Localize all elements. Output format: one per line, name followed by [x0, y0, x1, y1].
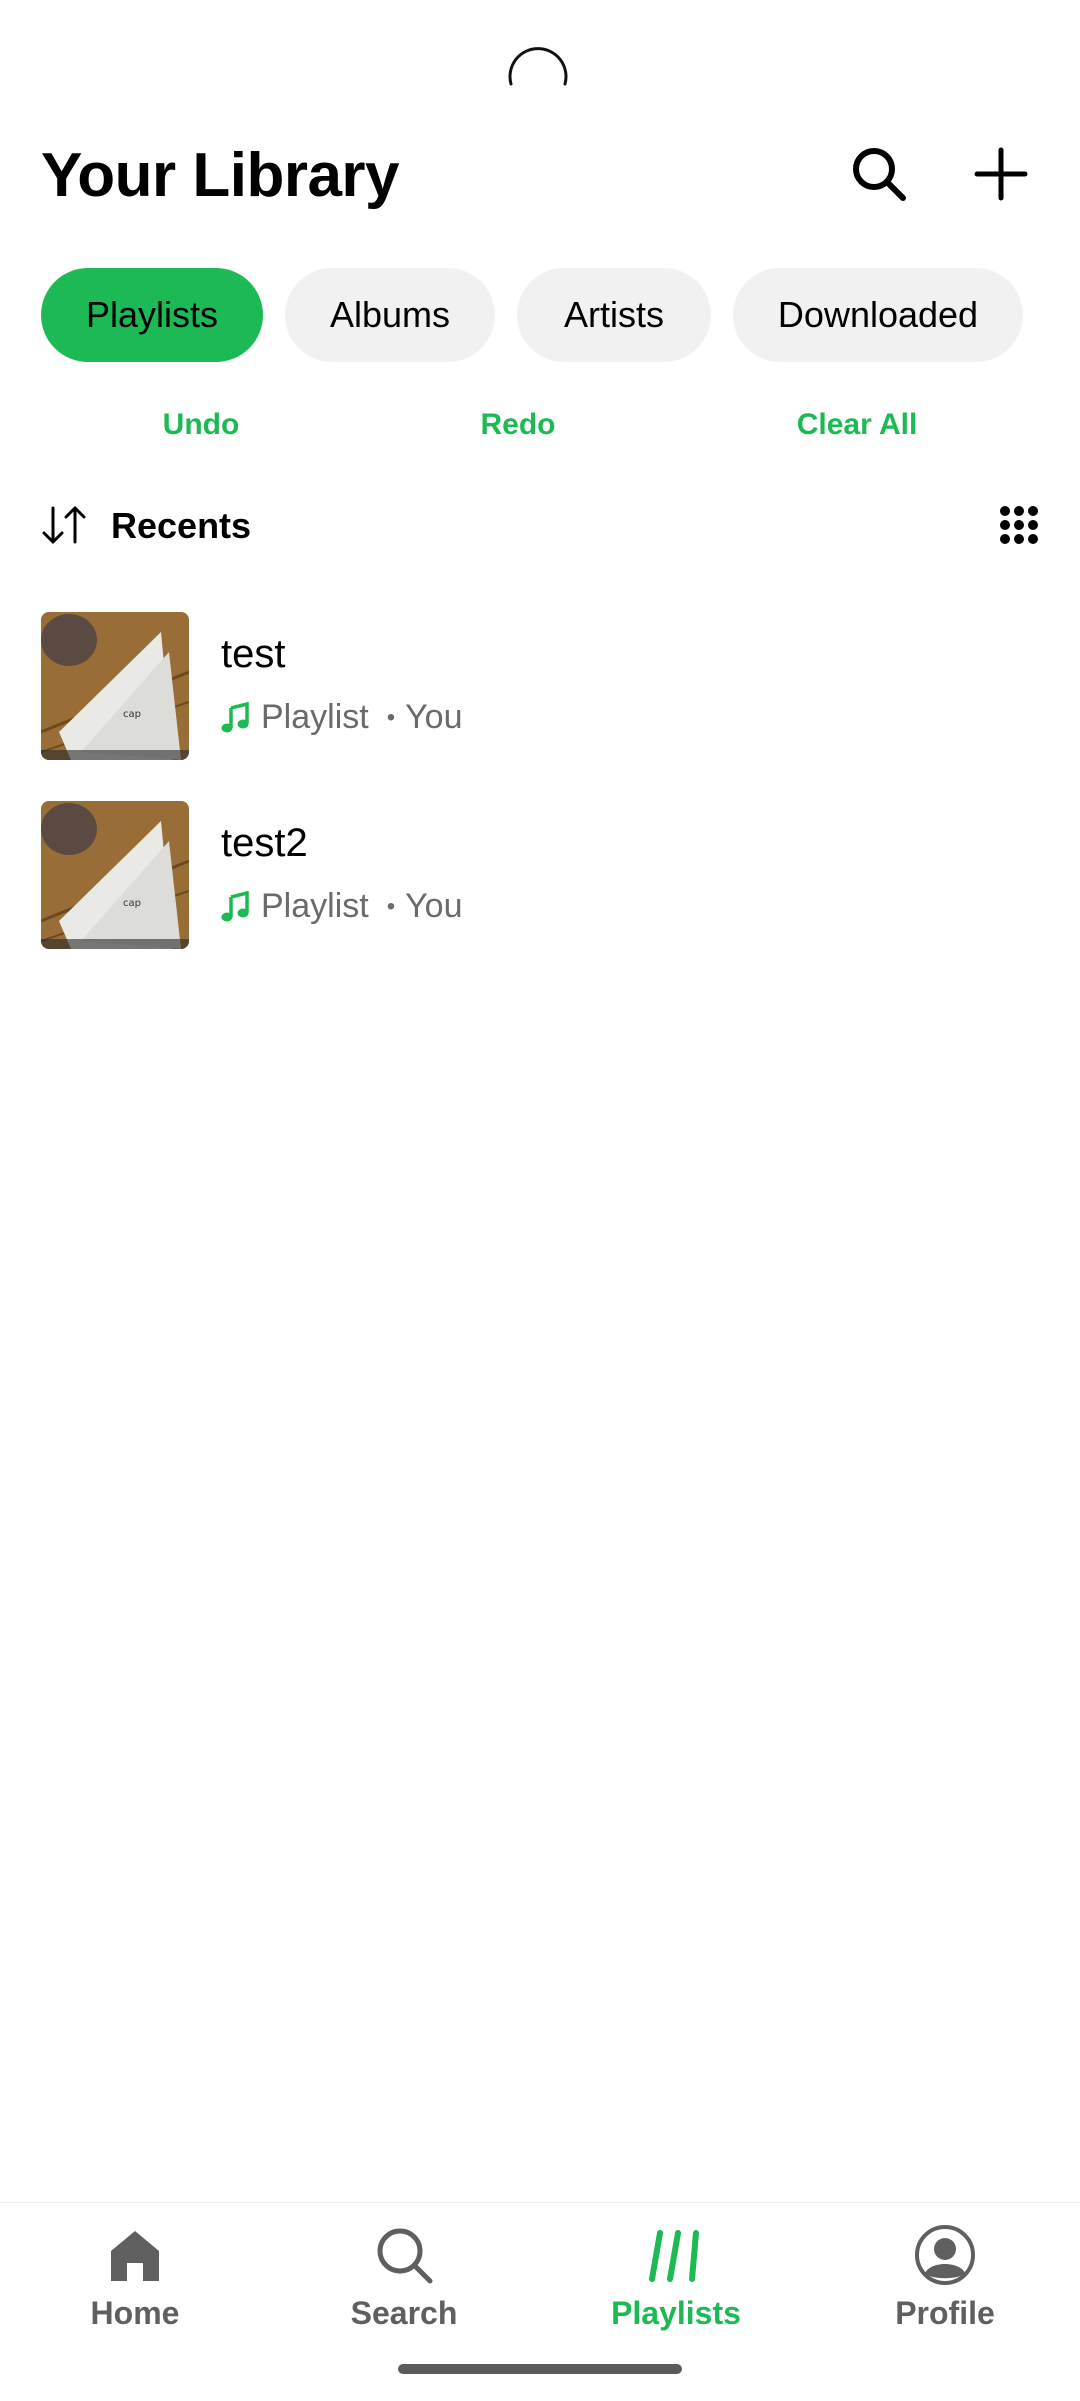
music-note-icon	[221, 701, 249, 732]
item-owner: You	[405, 698, 463, 736]
chip-playlists[interactable]: Playlists	[41, 268, 263, 362]
library-header: Your Library	[41, 140, 1039, 210]
nav-label: Playlists	[611, 2295, 741, 2331]
playlist-cover-image: cap	[41, 801, 189, 949]
svg-text:cap: cap	[123, 898, 141, 909]
filter-chips: Playlists Albums Artists Downloaded	[41, 268, 1023, 362]
edit-actions: Undo Redo Clear All	[0, 408, 1080, 448]
chip-albums[interactable]: Albums	[285, 268, 495, 362]
home-indicator	[398, 2364, 682, 2374]
chip-artists[interactable]: Artists	[517, 268, 711, 362]
item-type: Playlist	[261, 698, 369, 736]
item-meta: Playlist • You	[221, 698, 462, 737]
nav-home[interactable]: Home	[35, 2223, 235, 2332]
separator-dot: •	[386, 703, 396, 731]
redo-button[interactable]: Redo	[481, 408, 556, 442]
item-owner: You	[405, 887, 463, 925]
item-type: Playlist	[261, 887, 369, 925]
svg-text:cap: cap	[123, 709, 141, 720]
library-icon	[649, 2230, 699, 2282]
list-item[interactable]: cap test2 Playlist • You	[41, 801, 1039, 949]
sort-label[interactable]: Recents	[111, 505, 251, 547]
loading-spinner-icon	[508, 47, 568, 86]
page-title: Your Library	[41, 141, 400, 210]
undo-button[interactable]: Undo	[163, 408, 240, 442]
list-item[interactable]: cap test Playlist • You	[41, 612, 1039, 760]
chip-downloaded[interactable]: Downloaded	[733, 268, 1023, 362]
item-title: test	[221, 632, 286, 676]
nav-label: Search	[350, 2295, 458, 2331]
clear-all-button[interactable]: Clear All	[797, 408, 918, 442]
search-icon[interactable]	[849, 144, 909, 204]
item-title: test2	[221, 821, 308, 865]
item-meta: Playlist • You	[221, 887, 462, 926]
nav-label: Profile	[895, 2295, 995, 2331]
nav-label: Home	[90, 2295, 180, 2331]
library-list: cap test Playlist • You cap test2 Playli…	[41, 612, 1039, 990]
playlist-cover-image: cap	[41, 612, 189, 760]
nav-search[interactable]: Search	[304, 2223, 504, 2332]
grid-view-icon[interactable]	[999, 505, 1039, 545]
sort-row: Recents	[41, 500, 1039, 550]
home-icon	[111, 2231, 159, 2281]
music-note-icon	[221, 890, 249, 921]
sort-icon[interactable]	[41, 504, 87, 546]
separator-dot: •	[386, 892, 396, 920]
nav-profile[interactable]: Profile	[845, 2223, 1045, 2332]
search-icon	[377, 2228, 433, 2284]
nav-playlists[interactable]: Playlists	[576, 2223, 776, 2332]
add-icon[interactable]	[971, 144, 1031, 204]
profile-icon	[915, 2225, 975, 2285]
